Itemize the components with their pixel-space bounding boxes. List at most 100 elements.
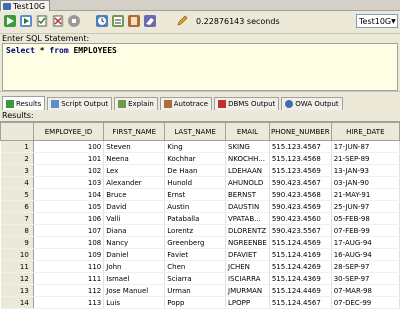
table-cell[interactable]: BERNST [225,188,270,201]
table-cell[interactable]: David [103,200,166,213]
table-cell[interactable]: 590.423.4567 [269,176,332,189]
table-cell[interactable]: 106 [33,212,105,225]
table-cell[interactable]: 17-AUG-94 [331,236,400,249]
table-cell[interactable]: 28-SEP-97 [331,260,400,273]
table-cell[interactable]: 07-MAR-98 [331,284,400,297]
table-cell[interactable]: Urman [164,284,226,297]
table-cell[interactable]: Ismael [103,272,166,285]
table-cell[interactable]: Nancy [103,236,166,249]
table-cell[interactable]: LDEHAAN [225,164,270,177]
row-number-header[interactable] [0,122,34,141]
table-row[interactable]: 5 104 Bruce Ernst BERNST 590.423.4568 21-MAY-9… [0,188,400,201]
row-number[interactable]: 6 [0,200,34,213]
table-row[interactable]: 14 113 Luis Popp LPOPP 515.124.4567 07-DEC-99 [0,296,400,309]
table-cell[interactable]: 101 [33,152,105,165]
tab-dbms-output[interactable]: DBMS Output [214,97,280,110]
table-cell[interactable]: Chen [164,260,226,273]
row-number[interactable]: 3 [0,164,34,177]
table-row[interactable]: 8 107 Diana Lorentz DLORENTZ 590.423.5567 07-F… [0,224,400,237]
table-cell[interactable]: 590.423.4560 [269,212,332,225]
table-cell[interactable]: LPOPP [225,296,270,309]
table-cell[interactable]: Luis [103,296,166,309]
autotrace-icon[interactable] [128,15,140,27]
table-cell[interactable]: JCHEN [225,260,270,273]
tab-results[interactable]: Results [2,96,46,110]
column-header[interactable]: HIRE_DATE [330,122,400,141]
table-cell[interactable]: 110 [33,260,105,273]
row-number[interactable]: 12 [0,272,34,285]
results-grid[interactable]: EMPLOYEE_ID FIRST_NAME LAST_NAME EMAIL P… [0,121,400,330]
row-number[interactable]: 7 [0,212,34,225]
table-cell[interactable]: Daniel [103,248,166,261]
table-cell[interactable]: Pataballa [164,212,226,225]
table-cell[interactable]: 515.124.4567 [269,296,332,309]
table-cell[interactable]: 108 [33,236,105,249]
table-cell[interactable]: 515.124.4369 [269,272,332,285]
tab-owa-output[interactable]: OWA Output [281,97,343,110]
table-cell[interactable]: De Haan [164,164,226,177]
table-cell[interactable]: DAUSTIN [225,200,270,213]
table-cell[interactable]: 109 [33,248,105,261]
row-number[interactable]: 1 [0,140,34,153]
table-cell[interactable]: 07-DEC-99 [331,296,400,309]
row-number[interactable]: 13 [0,284,34,297]
sql-history-icon[interactable] [96,15,108,27]
connection-tab[interactable]: Test10G [0,0,51,11]
table-cell[interactable]: 111 [33,272,105,285]
table-cell[interactable]: 515.123.4568 [269,152,332,165]
row-number[interactable]: 14 [0,296,34,309]
table-row[interactable]: 9 108 Nancy Greenberg NGREENBE 515.124.4569 17… [0,236,400,249]
column-header[interactable]: FIRST_NAME [103,122,166,141]
table-cell[interactable]: Sciarra [164,272,226,285]
column-header[interactable]: PHONE_NUMBER [268,122,332,141]
table-cell[interactable]: Lorentz [164,224,226,237]
table-cell[interactable]: 515.124.4169 [269,248,332,261]
table-row[interactable]: 7 106 Valli Pataballa VPATAB... 590.423.4560 0… [0,212,400,225]
table-cell[interactable]: 07-FEB-99 [331,224,400,237]
table-cell[interactable]: Lex [103,164,166,177]
table-cell[interactable]: 515.124.4469 [269,284,332,297]
table-cell[interactable]: 590.423.4568 [269,188,332,201]
table-row[interactable]: 2 101 Neena Kochhar NKOCHH... 515.123.4568 21-… [0,152,400,165]
table-cell[interactable]: 104 [33,188,105,201]
tab-script-output[interactable]: Script Output [47,97,113,110]
table-cell[interactable]: 107 [33,224,105,237]
table-cell[interactable]: Jose Manuel [103,284,166,297]
table-cell[interactable]: DFAVIET [225,248,270,261]
table-cell[interactable]: 515.124.4569 [269,236,332,249]
table-cell[interactable]: Valli [103,212,166,225]
pencil-icon[interactable] [176,15,188,27]
table-row[interactable]: 10 109 Daniel Faviet DFAVIET 515.124.4169 16-A… [0,248,400,261]
table-row[interactable]: 13 112 Jose Manuel Urman JMURMAN 515.124.4469… [0,284,400,297]
execute-explain-icon[interactable] [112,15,124,27]
table-row[interactable]: 1 100 Steven King SKING 515.123.4567 17-JUN-87 [0,140,400,153]
table-row[interactable]: 6 105 David Austin DAUSTIN 590.423.4569 25-JUN… [0,200,400,213]
table-cell[interactable]: Diana [103,224,166,237]
table-row[interactable]: 4 103 Alexander Hunold AHUNOLD 590.423.4567 03… [0,176,400,189]
table-cell[interactable]: 113 [33,296,105,309]
table-cell[interactable]: 17-JUN-87 [331,140,400,153]
table-cell[interactable]: NKOCHH... [225,152,270,165]
table-cell[interactable]: Hunold [164,176,226,189]
row-number[interactable]: 9 [0,236,34,249]
table-cell[interactable]: 590.423.4569 [269,200,332,213]
table-cell[interactable]: NGREENBE [225,236,270,249]
table-cell[interactable]: 16-AUG-94 [331,248,400,261]
table-cell[interactable]: 13-JAN-93 [331,164,400,177]
rollback-icon[interactable] [52,15,64,27]
table-row[interactable]: 12 111 Ismael Sciarra ISCIARRA 515.124.4369 30… [0,272,400,285]
table-cell[interactable]: Bruce [103,188,166,201]
column-header[interactable]: EMPLOYEE_ID [32,122,105,141]
table-cell[interactable]: Popp [164,296,226,309]
table-cell[interactable]: 25-JUN-97 [331,200,400,213]
table-cell[interactable]: 21-SEP-89 [331,152,400,165]
table-cell[interactable]: 515.124.4269 [269,260,332,273]
table-cell[interactable]: ISCIARRA [225,272,270,285]
table-cell[interactable]: 590.423.5567 [269,224,332,237]
table-cell[interactable]: Greenberg [164,236,226,249]
execute-statement-icon[interactable] [4,15,16,27]
table-cell[interactable]: 103 [33,176,105,189]
table-cell[interactable]: Kochhar [164,152,226,165]
table-cell[interactable]: 102 [33,164,105,177]
table-row[interactable]: 3 102 Lex De Haan LDEHAAN 515.123.4569 13-JAN-… [0,164,400,177]
